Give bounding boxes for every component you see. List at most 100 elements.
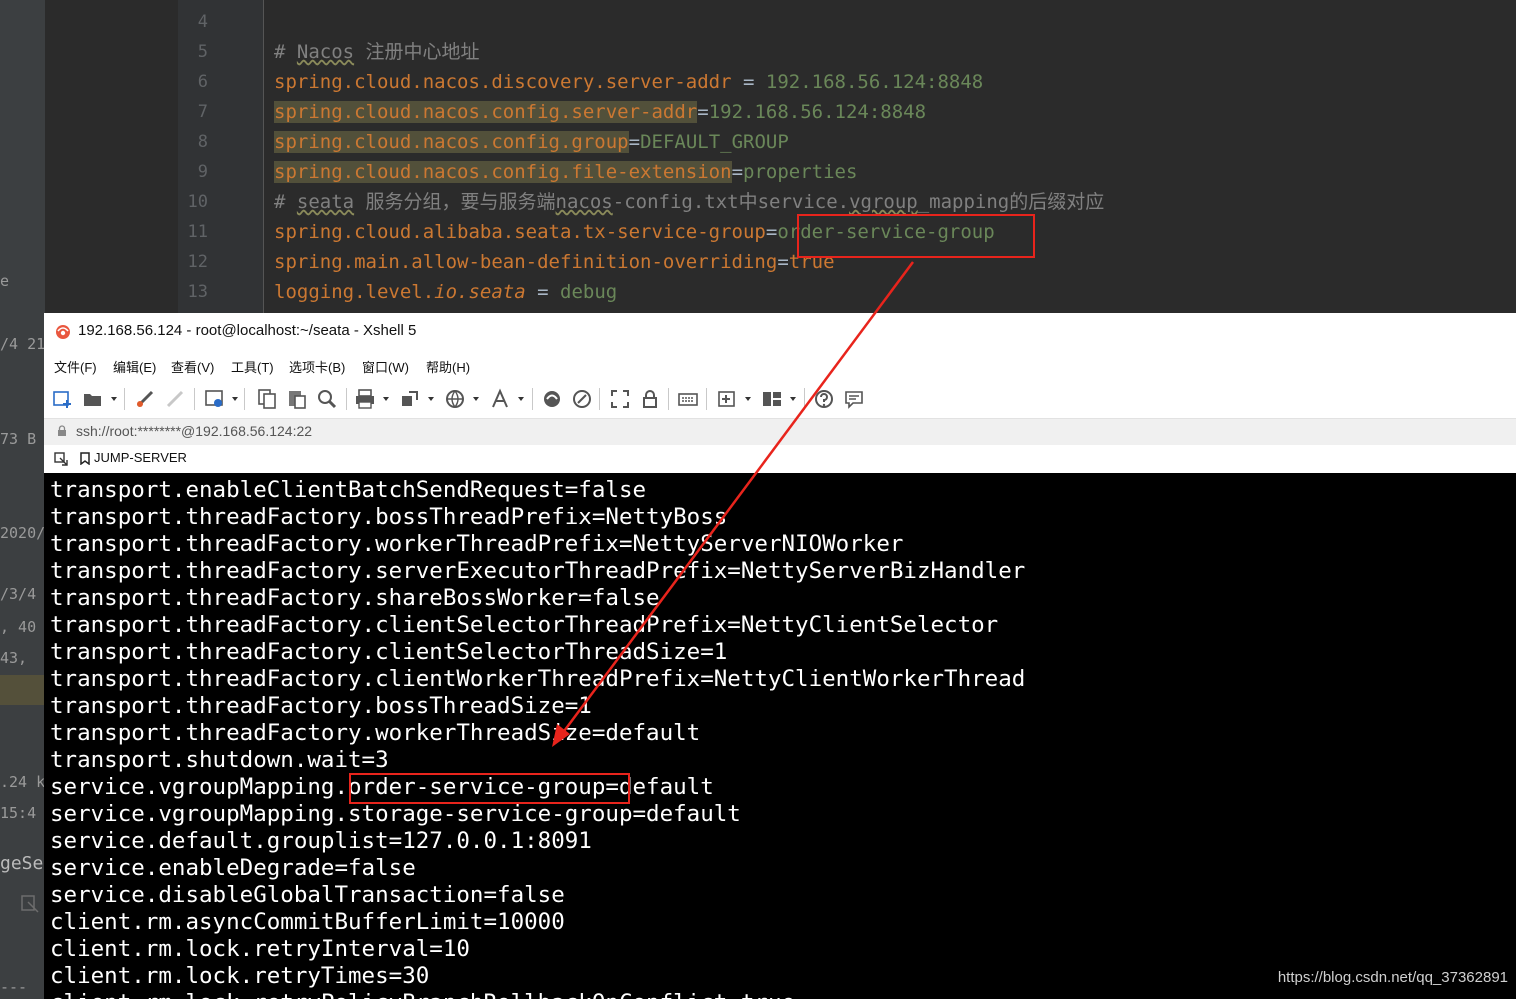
- terminal-line: transport.threadFactory.clientSelectorTh…: [50, 639, 728, 665]
- left-fragment: 73 B: [0, 430, 37, 448]
- line-number: 12: [187, 252, 208, 272]
- left-fragment: /4 21: [0, 335, 45, 353]
- toolbar-separator: [124, 388, 125, 410]
- open-folder-icon[interactable]: [82, 388, 104, 410]
- terminal-output[interactable]: transport.enableClientBatchSendRequest=f…: [44, 473, 1516, 999]
- code-line: # Nacos 注册中心地址: [274, 37, 480, 67]
- toolbar-separator: [706, 388, 707, 410]
- print-icon[interactable]: [354, 388, 376, 410]
- line-number: 6: [197, 72, 208, 92]
- code-token: 192.168.56.124:8848: [765, 71, 984, 93]
- padlock-icon: [58, 425, 66, 436]
- terminal-line: service.vgroupMapping.storage-service-gr…: [50, 801, 741, 827]
- help-icon[interactable]: [813, 388, 835, 410]
- new-session-icon[interactable]: [52, 388, 74, 410]
- terminal-line: transport.threadFactory.clientWorkerThre…: [50, 666, 1026, 692]
- menu-help[interactable]: 帮助(H): [426, 357, 470, 376]
- code-token: #: [274, 41, 297, 63]
- terminal-line: service.default.grouplist=127.0.0.1:8091: [50, 828, 592, 854]
- chevron-down-icon[interactable]: [745, 397, 751, 401]
- disconnect-icon[interactable]: [164, 388, 186, 410]
- toolbar-separator: [346, 388, 347, 410]
- code-token: nacos: [555, 191, 613, 213]
- terminal-line: client.rm.lock.retryTimes=30: [50, 963, 430, 989]
- copy-icon[interactable]: [256, 388, 278, 410]
- code-token: spring.cloud.nacos.discovery.server-addr: [274, 71, 732, 93]
- highlight-box-terminal: [349, 773, 630, 804]
- script-icon[interactable]: [571, 388, 593, 410]
- line-number: 9: [197, 162, 208, 182]
- chevron-down-icon[interactable]: [428, 397, 434, 401]
- menu-view[interactable]: 查看(V): [171, 357, 214, 376]
- menu-tabs[interactable]: 选项卡(B): [289, 357, 345, 376]
- connect-icon[interactable]: [134, 388, 156, 410]
- code-token: =: [731, 161, 744, 183]
- chevron-down-icon[interactable]: [790, 397, 796, 401]
- menu-edit[interactable]: 编辑(E): [113, 357, 156, 376]
- code-line: # seata 服务分组，要与服务端nacos-config.txt中servi…: [274, 187, 1104, 217]
- toolbar-separator: [668, 388, 669, 410]
- toolbar-separator: [244, 388, 245, 410]
- lock-icon[interactable]: [639, 388, 661, 410]
- line-number: 8: [197, 132, 208, 152]
- ide-left-panel: e /4 21 73 B 2020/ /3/4 , 40 43, .24 k 1…: [0, 0, 45, 999]
- terminal-line: transport.threadFactory.serverExecutorTh…: [50, 558, 1026, 584]
- font-icon[interactable]: [489, 388, 511, 410]
- address-bar[interactable]: ssh://root:********@192.168.56.124:22: [44, 418, 1516, 446]
- left-fragment: 43,: [0, 649, 28, 667]
- keyboard-icon[interactable]: [677, 388, 699, 410]
- terminal-line: client.rm.asyncCommitBufferLimit=10000: [50, 909, 565, 935]
- globe-icon[interactable]: [444, 388, 466, 410]
- code-token: -config.txt中service.: [612, 191, 850, 213]
- code-token: logging.level.: [274, 281, 435, 303]
- line-number: 11: [187, 222, 208, 242]
- chevron-down-icon[interactable]: [232, 397, 238, 401]
- code-line: spring.cloud.nacos.discovery.server-addr…: [274, 67, 983, 97]
- code-token: properties: [743, 161, 858, 183]
- terminal-line: transport.threadFactory.workerThreadSize…: [50, 720, 701, 746]
- paste-icon[interactable]: [286, 388, 308, 410]
- new-tab-icon[interactable]: [716, 388, 738, 410]
- left-fragment: 2020/: [0, 524, 45, 542]
- menu-window[interactable]: 窗口(W): [362, 357, 409, 376]
- toolbar-separator: [599, 388, 600, 410]
- session-tab-jump-server[interactable]: JUMP-SERVER: [94, 450, 187, 465]
- code-line: logging.level.io.seata = debug: [274, 277, 617, 307]
- chevron-down-icon[interactable]: [473, 397, 479, 401]
- menu-tools[interactable]: 工具(T): [231, 357, 274, 376]
- code-token: =: [777, 251, 789, 273]
- toolbar: [44, 380, 1516, 418]
- session-manager-icon[interactable]: [54, 452, 68, 466]
- xftp-icon[interactable]: [541, 388, 563, 410]
- session-bar: JUMP-SERVER: [44, 445, 1516, 473]
- collapse-icon[interactable]: [20, 892, 40, 916]
- chevron-down-icon[interactable]: [518, 397, 524, 401]
- left-fragment: , 40: [0, 618, 37, 636]
- code-token: spring.main.allow-bean-definition-overri…: [274, 251, 778, 273]
- terminal-line: client.rm.lock.retryPolicyBranchRollback…: [50, 990, 795, 999]
- chat-icon[interactable]: [843, 388, 865, 410]
- chevron-down-icon[interactable]: [383, 397, 389, 401]
- layout-icon[interactable]: [761, 388, 783, 410]
- code-token: #: [274, 191, 297, 213]
- toolbar-separator: [804, 388, 805, 410]
- code-line: spring.cloud.nacos.config.server-addr=19…: [274, 97, 926, 127]
- window-titlebar[interactable]: 192.168.56.124 - root@localhost:~/seata …: [44, 313, 1516, 350]
- code-line: spring.cloud.nacos.config.group=DEFAULT_…: [274, 127, 789, 157]
- code-line: spring.main.allow-bean-definition-overri…: [274, 247, 835, 277]
- fullscreen-icon[interactable]: [609, 388, 631, 410]
- settings-icon[interactable]: [204, 388, 226, 410]
- find-icon[interactable]: [316, 388, 338, 410]
- terminal-line: transport.enableClientBatchSendRequest=f…: [50, 477, 647, 503]
- code-token: spring.cloud.alibaba.seata.tx-service-gr…: [274, 221, 766, 243]
- code-token: =: [765, 221, 778, 243]
- code-token: 注册中心地址: [354, 41, 480, 63]
- transfer-icon[interactable]: [399, 388, 421, 410]
- terminal-line: service.disableGlobalTransaction=false: [50, 882, 565, 908]
- terminal-line: transport.threadFactory.clientSelectorTh…: [50, 612, 999, 638]
- highlight-box-ide: [797, 214, 1035, 258]
- chevron-down-icon[interactable]: [111, 397, 117, 401]
- code-token: 服务分组，要与服务端: [354, 191, 556, 213]
- code-token: spring.cloud.nacos.config.server-addr: [274, 101, 698, 123]
- menu-file[interactable]: 文件(F): [54, 357, 97, 376]
